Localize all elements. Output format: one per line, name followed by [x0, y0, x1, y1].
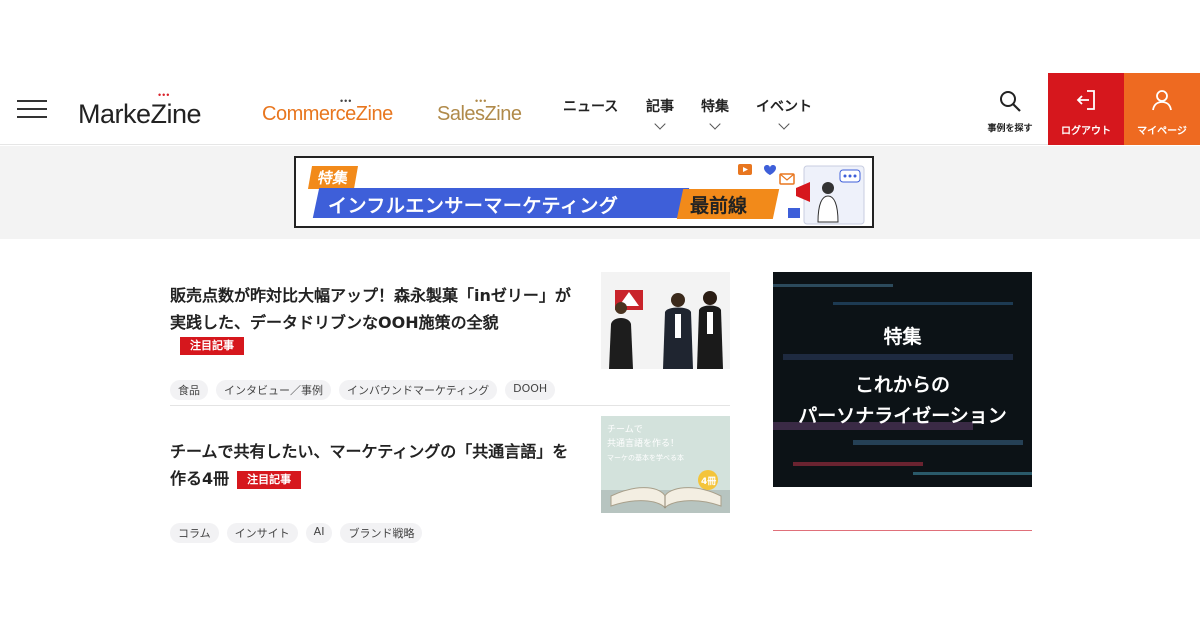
nav-articles[interactable]: 記事 — [646, 96, 674, 130]
article-tags: コラム インサイト AI ブランド戦略 — [170, 523, 423, 543]
chevron-down-icon — [778, 118, 790, 130]
tag-chip[interactable]: AI — [305, 523, 333, 543]
article-tags: 食品 インタビュー／事例 インバウンドマーケティング DOOH — [170, 380, 556, 400]
feature-title-line-1: これからの — [854, 374, 950, 396]
logout-icon — [1076, 90, 1095, 110]
people-photo-image — [601, 272, 730, 369]
search-cases-button[interactable]: 事例を探す — [984, 73, 1036, 145]
logout-button[interactable]: ログアウト — [1048, 73, 1124, 145]
banner-title: インフルエンサーマーケティング — [328, 195, 619, 217]
article-card: 販売点数が昨対比大幅アップ！森永製菓「inゼリー」が実践した、データドリブンなO… — [170, 272, 730, 406]
divider — [773, 530, 1032, 531]
chevron-down-icon — [654, 118, 666, 130]
featured-badge: 注目記事 — [180, 337, 244, 355]
feature-title-line-2: パーソナライゼーション — [798, 405, 1007, 427]
banner-tag: 特集 — [307, 166, 359, 189]
commercezine-logo[interactable]: ••• CommerceZine — [262, 97, 393, 126]
featured-badge: 注目記事 — [237, 470, 302, 489]
article-card: チームで共有したい、マーケティングの「共通言語」を作る4冊 注目記事 コラム イン… — [170, 416, 730, 546]
thumb-text-line: 4冊 — [701, 476, 716, 487]
chevron-down-icon — [709, 118, 721, 130]
thumb-text-line: チームで — [607, 424, 643, 435]
article-thumbnail[interactable]: チームで 共通言語を作る！ マーケの基本を学べる本 4冊 — [601, 416, 730, 513]
tag-chip[interactable]: インサイト — [226, 523, 298, 543]
markezine-logo[interactable]: ••• MarkeZine — [78, 91, 202, 130]
article-title[interactable]: 販売点数が昨対比大幅アップ！森永製菓「inゼリー」が実践した、データドリブンなO… — [170, 282, 580, 336]
search-icon — [1000, 91, 1021, 112]
mypage-button[interactable]: マイページ — [1124, 73, 1200, 145]
tag-chip[interactable]: ブランド戦略 — [340, 523, 423, 543]
personalization-feature-banner[interactable]: 特集 これからの パーソナライゼーション — [773, 272, 1032, 487]
influencer-illustration — [738, 164, 865, 225]
nav-news[interactable]: ニュース — [563, 96, 618, 116]
menu-icon[interactable] — [17, 100, 47, 120]
tag-chip[interactable]: コラム — [170, 523, 219, 543]
nav-events[interactable]: イベント — [756, 96, 812, 130]
nav-features[interactable]: 特集 — [701, 96, 729, 130]
tag-chip[interactable]: 食品 — [170, 380, 208, 400]
influencer-feature-banner[interactable]: 特集 インフルエンサーマーケティング 最前線 — [294, 156, 874, 228]
tag-chip[interactable]: インタビュー／事例 — [216, 380, 331, 400]
tag-chip[interactable]: DOOH — [505, 380, 556, 400]
thumb-text-line: マーケの基本を学べる本 — [607, 453, 684, 462]
article-title[interactable]: チームで共有したい、マーケティングの「共通言語」を作る4冊 注目記事 — [170, 438, 580, 492]
tag-chip[interactable]: インバウンドマーケティング — [339, 380, 498, 400]
feature-label: 特集 — [883, 326, 922, 348]
site-header: ••• MarkeZine ••• CommerceZine ••• Sales… — [0, 73, 1200, 145]
books-image: チームで 共通言語を作る！ マーケの基本を学べる本 4冊 — [601, 416, 730, 513]
promo-band: 特集 インフルエンサーマーケティング 最前線 — [0, 146, 1200, 239]
saleszine-logo[interactable]: ••• SalesZine — [437, 97, 522, 126]
user-icon — [1152, 90, 1172, 111]
thumb-text-line: 共通言語を作る！ — [607, 437, 679, 449]
article-thumbnail[interactable] — [601, 272, 730, 369]
